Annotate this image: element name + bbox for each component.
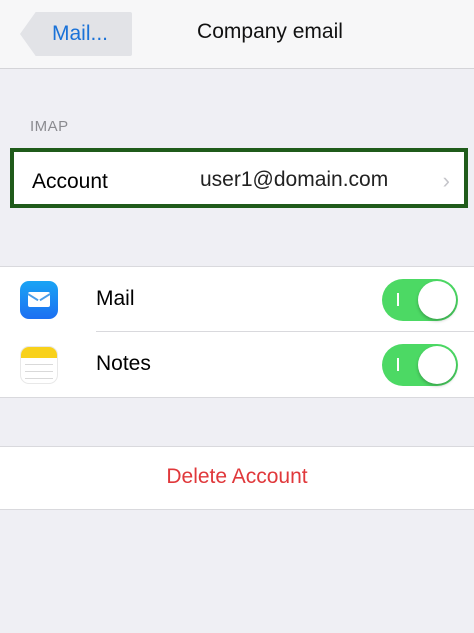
notes-icon: [20, 346, 58, 384]
envelope-glyph: [28, 292, 50, 307]
account-row[interactable]: Account user1@domain.com ›: [10, 148, 468, 208]
mail-label: Mail: [96, 287, 135, 310]
delete-account-button[interactable]: Delete Account: [0, 446, 474, 510]
list-item-mail: Mail: [0, 267, 474, 332]
delete-account-label: Delete Account: [166, 465, 308, 488]
toggle-knob: [418, 281, 456, 319]
notes-icon-line: [25, 371, 53, 372]
notes-label: Notes: [96, 352, 151, 375]
notes-icon-header: [21, 347, 57, 358]
chevron-right-icon: ›: [442, 168, 450, 193]
notes-icon-line: [25, 364, 53, 365]
account-value: user1@domain.com: [200, 168, 389, 191]
toggle-on-mark: [397, 293, 399, 306]
navigation-bar: Mail... Company email: [0, 0, 474, 69]
sync-toggles-group: Mail Notes: [0, 266, 474, 398]
back-button-label: Mail...: [52, 22, 109, 45]
toggle-knob: [418, 346, 456, 384]
back-button[interactable]: Mail...: [20, 12, 132, 56]
mail-toggle[interactable]: [382, 279, 458, 321]
mail-icon: [20, 281, 58, 319]
list-item-notes: Notes: [0, 332, 474, 396]
toggle-on-mark: [397, 358, 399, 371]
notes-icon-line: [25, 378, 53, 379]
notes-toggle[interactable]: [382, 344, 458, 386]
account-label: Account: [32, 170, 108, 193]
section-header-imap: IMAP: [30, 118, 69, 135]
page-title: Company email: [197, 20, 343, 43]
